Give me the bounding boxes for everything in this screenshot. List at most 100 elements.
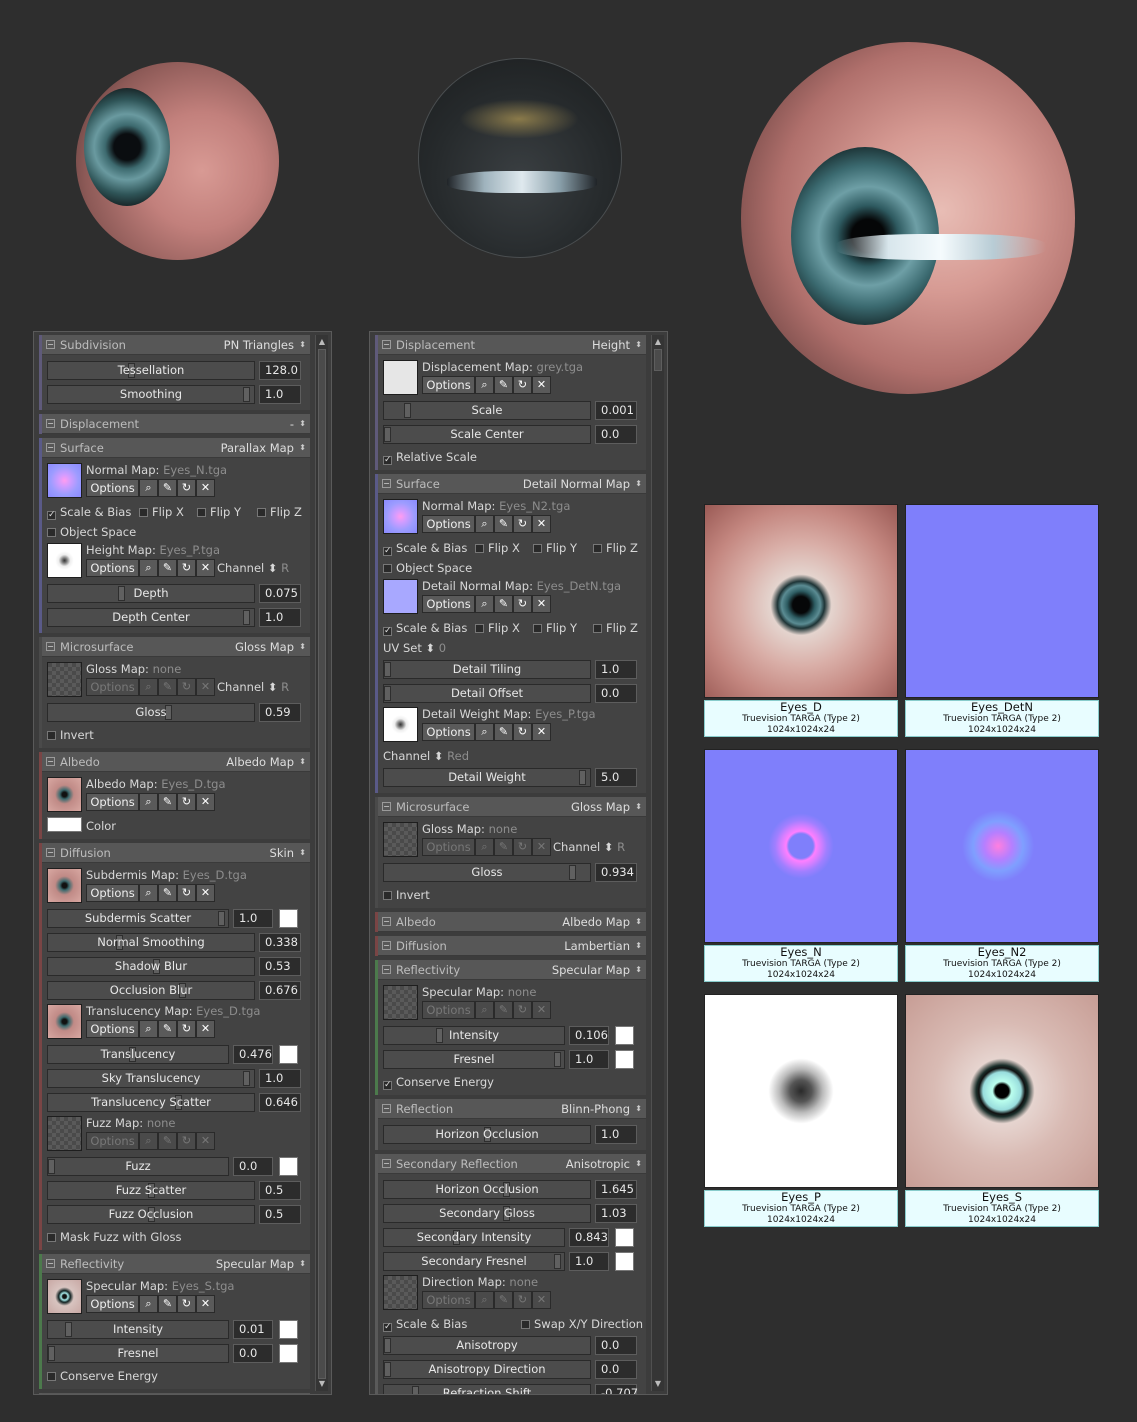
slider-fresnel[interactable]: Fresnel — [383, 1050, 565, 1069]
slider-secondary-fresnel[interactable]: Secondary Fresnel — [383, 1252, 565, 1271]
collapse-toggle-icon[interactable]: − — [46, 443, 55, 452]
options-button[interactable]: Options — [86, 1295, 139, 1313]
value-field-horizon-occlusion[interactable]: 1.645 — [595, 1180, 637, 1199]
checkbox-conserve-energy[interactable]: ✓ Conserve Energy — [383, 1075, 494, 1090]
slider-knob[interactable] — [554, 1254, 561, 1269]
value-field-shadow-blur[interactable]: 0.53 — [259, 957, 301, 976]
slider-knob[interactable] — [48, 1346, 55, 1361]
edit-pencil-icon[interactable]: ✎ — [494, 376, 513, 394]
section-mode-dropdown[interactable]: Parallax Map — [221, 438, 294, 458]
slider-detail-weight[interactable]: Detail Weight — [383, 768, 591, 787]
section-header-reflectivity[interactable]: − Reflectivity Specular Map ⬍ — [378, 960, 646, 980]
checkbox-empty-icon[interactable] — [47, 1233, 56, 1242]
options-button[interactable]: Options — [422, 723, 475, 741]
collapse-toggle-icon[interactable]: − — [46, 1259, 55, 1268]
checkbox-empty-icon[interactable] — [593, 624, 602, 633]
value-field-fuzz-scatter[interactable]: 0.5 — [259, 1181, 301, 1200]
scroll-up-icon[interactable]: ▲ — [316, 337, 328, 347]
options-button[interactable]: Options — [86, 793, 139, 811]
checkbox-empty-icon[interactable] — [47, 528, 56, 537]
slider-fuzz[interactable]: Fuzz — [47, 1157, 229, 1176]
selector-uv-set[interactable]: UV Set ⬍ 0 — [383, 637, 640, 657]
map-thumbnail[interactable] — [47, 1004, 82, 1039]
clear-icon[interactable]: ✕ — [532, 1291, 551, 1309]
clear-icon[interactable]: ✕ — [532, 838, 551, 856]
map-filename[interactable]: none — [509, 1275, 538, 1289]
browse-search-icon[interactable]: ⌕ — [139, 479, 158, 497]
checkbox-object-space[interactable]: Object Space — [383, 561, 472, 575]
section-mode-dropdown[interactable]: Specular Map — [216, 1254, 294, 1274]
section-header-subdivision[interactable]: − Subdivision PN Triangles ⬍ — [42, 335, 310, 355]
checkbox-empty-icon[interactable] — [47, 1372, 56, 1381]
value-field-fuzz-occlusion[interactable]: 0.5 — [259, 1205, 301, 1224]
slider-knob[interactable] — [404, 403, 411, 418]
reload-icon[interactable]: ↻ — [177, 678, 196, 696]
section-mode-dropdown[interactable]: Specular Map — [552, 960, 630, 980]
section-mode-dropdown[interactable]: Blinn-Phong — [225, 1393, 294, 1394]
options-button[interactable]: Options — [86, 678, 139, 696]
slider-fresnel[interactable]: Fresnel — [47, 1344, 229, 1363]
slider-secondary-intensity[interactable]: Secondary Intensity — [383, 1228, 565, 1247]
collapse-toggle-icon[interactable]: − — [382, 340, 391, 349]
map-filename[interactable]: Eyes_N2.tga — [499, 499, 570, 513]
slider-knob[interactable] — [243, 387, 250, 402]
checkbox-empty-icon[interactable] — [139, 508, 148, 517]
edit-pencil-icon[interactable]: ✎ — [158, 479, 177, 497]
slider-knob[interactable] — [118, 586, 125, 601]
slider-scale[interactable]: Scale — [383, 401, 591, 420]
section-mode-dropdown[interactable]: - — [290, 414, 294, 434]
collapse-toggle-icon[interactable]: − — [46, 419, 55, 428]
clear-icon[interactable]: ✕ — [196, 479, 215, 497]
slider-normal-smoothing[interactable]: Normal Smoothing — [47, 933, 255, 952]
collapse-toggle-icon[interactable]: − — [382, 479, 391, 488]
checkmark-icon[interactable]: ✓ — [383, 1081, 392, 1090]
options-button[interactable]: Options — [86, 479, 139, 497]
value-field-secondary-intensity[interactable]: 0.843 — [569, 1228, 609, 1247]
checkbox-empty-icon[interactable] — [533, 544, 542, 553]
slider-knob[interactable] — [569, 865, 576, 880]
slider-horizon-occlusion[interactable]: Horizon Occlusion — [383, 1125, 591, 1144]
texture-tile-eyes-p[interactable]: Eyes_P Truevision TARGA (Type 2) 1024x1024… — [704, 994, 898, 1227]
section-header-microsurface[interactable]: − Microsurface Gloss Map ⬍ — [378, 797, 646, 817]
collapse-toggle-icon[interactable]: − — [382, 1159, 391, 1168]
section-header-reflection[interactable]: −ReflectionBlinn-Phong⬍ — [42, 1393, 310, 1394]
checkbox-empty-icon[interactable] — [475, 544, 484, 553]
map-filename[interactable]: none — [489, 822, 518, 836]
section-header-surface[interactable]: − Surface Detail Normal Map ⬍ — [378, 474, 646, 494]
value-field-translucency-scatter[interactable]: 0.646 — [259, 1093, 301, 1112]
checkbox-flip-z[interactable]: Flip Z — [593, 621, 638, 635]
checkbox-flip-x[interactable]: Flip X — [139, 505, 184, 519]
browse-search-icon[interactable]: ⌕ — [139, 559, 158, 577]
color-swatch[interactable] — [615, 1228, 634, 1247]
map-thumbnail[interactable] — [47, 868, 82, 903]
options-button[interactable]: Options — [86, 1132, 139, 1150]
panel-right-scrollbar[interactable]: ▲ ▼ — [651, 335, 664, 1391]
edit-pencil-icon[interactable]: ✎ — [158, 678, 177, 696]
slider-knob[interactable] — [554, 1052, 561, 1067]
slider-knob[interactable] — [384, 1338, 391, 1353]
texture-image[interactable] — [905, 749, 1099, 943]
edit-pencil-icon[interactable]: ✎ — [158, 559, 177, 577]
checkbox-empty-icon[interactable] — [593, 544, 602, 553]
checkbox-flip-y[interactable]: Flip Y — [197, 505, 241, 519]
section-header-displacement[interactable]: − Displacement - ⬍ — [42, 414, 310, 434]
texture-tile-eyes-n2[interactable]: Eyes_N2 Truevision TARGA (Type 2) 1024x102… — [905, 749, 1099, 982]
clear-icon[interactable]: ✕ — [532, 1001, 551, 1019]
browse-search-icon[interactable]: ⌕ — [139, 678, 158, 696]
value-field-gloss[interactable]: 0.934 — [595, 863, 637, 882]
reload-icon[interactable]: ↻ — [177, 559, 196, 577]
value-field-normal-smoothing[interactable]: 0.338 — [259, 933, 301, 952]
section-mode-dropdown[interactable]: Albedo Map — [562, 912, 630, 932]
slider-secondary-gloss[interactable]: Secondary Gloss — [383, 1204, 591, 1223]
reload-icon[interactable]: ↻ — [513, 838, 532, 856]
clear-icon[interactable]: ✕ — [196, 1132, 215, 1150]
slider-smoothing[interactable]: Smoothing — [47, 385, 255, 404]
section-mode-dropdown[interactable]: Skin — [270, 843, 294, 863]
slider-knob[interactable] — [65, 1322, 72, 1337]
value-field-scale-center[interactable]: 0.0 — [595, 425, 637, 444]
slider-shadow-blur[interactable]: Shadow Blur — [47, 957, 255, 976]
scroll-down-icon[interactable]: ▼ — [316, 1379, 328, 1389]
map-thumbnail[interactable] — [47, 543, 82, 578]
slider-intensity[interactable]: Intensity — [383, 1026, 565, 1045]
map-filename[interactable]: grey.tga — [537, 360, 584, 374]
